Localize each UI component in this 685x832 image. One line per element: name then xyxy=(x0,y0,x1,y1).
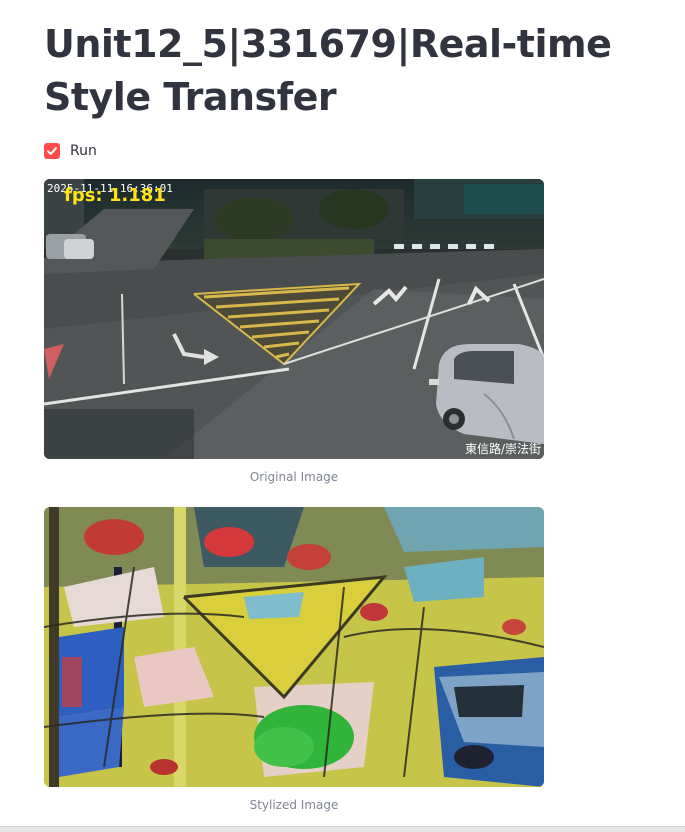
page-title: Unit12_5|331679|Real-time Style Transfer xyxy=(44,22,612,119)
stylized-image-caption: Stylized Image xyxy=(249,798,339,812)
original-image-caption: Original Image xyxy=(249,470,339,484)
checkbox-checked-icon[interactable] xyxy=(44,143,60,159)
stylized-image xyxy=(44,507,544,787)
run-checkbox[interactable]: Run xyxy=(44,141,97,161)
location-overlay: 東信路/崇法街 xyxy=(465,441,541,456)
fps-overlay: fps: 1.181 xyxy=(64,185,166,206)
bottom-divider xyxy=(0,826,685,832)
app-page: Unit12_5|331679|Real-time Style Transfer… xyxy=(0,0,685,832)
run-label: Run xyxy=(70,143,97,159)
original-image: 2025-11-11 16:36:01 fps: 1.181 東信路/崇法街 xyxy=(44,179,544,459)
